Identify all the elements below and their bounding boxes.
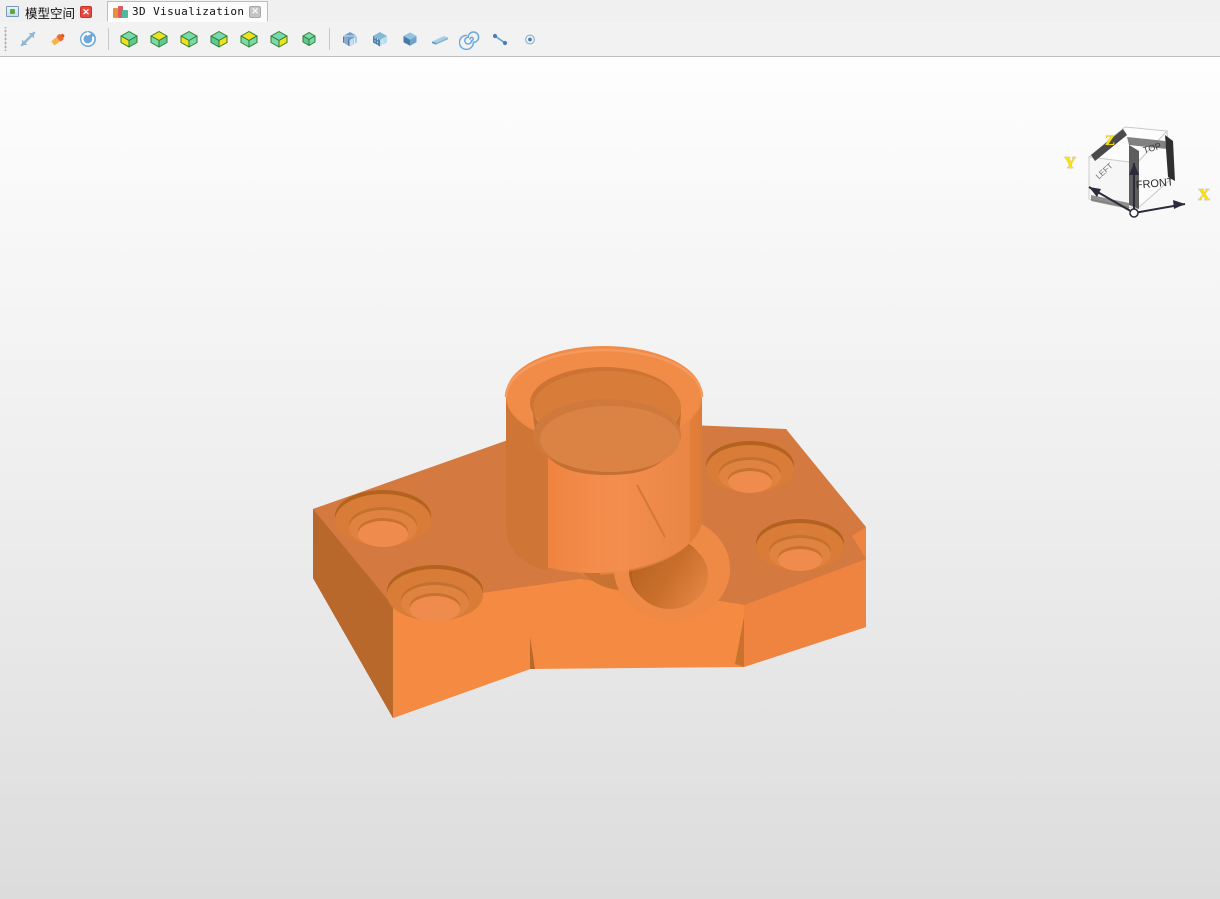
- view-left-button[interactable]: [175, 25, 203, 53]
- counterbore-hole-back-right: [756, 519, 844, 571]
- view-cube[interactable]: TOP FRONT LEFT X Y Z: [1064, 105, 1210, 225]
- view-bottom-button[interactable]: [265, 25, 293, 53]
- spiral-icon: [459, 28, 481, 50]
- section-plane-button[interactable]: [426, 25, 454, 53]
- main-toolbar: [0, 22, 1220, 57]
- cube-bottom-icon: [268, 28, 290, 50]
- 3d-viewport[interactable]: TOP FRONT LEFT X Y Z: [0, 57, 1220, 899]
- point-tool-button[interactable]: [516, 25, 544, 53]
- view-cube-face-front-label: FRONT: [1135, 176, 1174, 191]
- zoom-extents-button[interactable]: [14, 25, 42, 53]
- solid-cube-icon: [399, 28, 421, 50]
- application-window: 模型空间 ✕ 3D Visualization ✕ TOP FRONT LEFT…: [0, 0, 1220, 899]
- cube-iso-icon: [298, 28, 320, 50]
- wireframe-cube-icon: [339, 28, 361, 50]
- tab-3d-visualization-close-icon[interactable]: ✕: [249, 5, 262, 18]
- view-cube-axis-x-label: X: [1197, 185, 1210, 204]
- cube-front-icon: [148, 28, 170, 50]
- toolbar-separator-2: [329, 28, 330, 50]
- diagonal-arrows-icon: [18, 29, 38, 49]
- tab-bar: 模型空间 ✕ 3D Visualization ✕: [0, 0, 1220, 23]
- toolbar-grip-handle[interactable]: [2, 27, 11, 51]
- cube-left-icon: [178, 28, 200, 50]
- tab-model-space[interactable]: 模型空间 ✕: [0, 1, 100, 22]
- tab-3d-visualization-label: 3D Visualization: [132, 5, 245, 18]
- toolbar-separator-1: [108, 28, 109, 50]
- bracket-part[interactable]: [0, 57, 1220, 899]
- monitor-icon: [6, 6, 20, 18]
- tab-3d-visualization[interactable]: 3D Visualization ✕: [107, 1, 269, 22]
- view-cube-axis-y-label: Y: [1064, 153, 1077, 172]
- cube-back-icon: [238, 28, 260, 50]
- counterbore-hole-back-left: [706, 441, 794, 493]
- render-style-button[interactable]: [44, 25, 72, 53]
- hidden-line-cube-icon: [369, 28, 391, 50]
- blocks-icon: [113, 5, 129, 18]
- wireframe-mode-button[interactable]: [336, 25, 364, 53]
- counterbore-hole-front-left: [335, 490, 431, 547]
- view-right-button[interactable]: [205, 25, 233, 53]
- wedge-icon: [429, 28, 451, 50]
- cube-top-icon: [118, 28, 140, 50]
- counterbore-hole-front-right: [387, 565, 483, 622]
- view-top-button[interactable]: [115, 25, 143, 53]
- refresh-circle-icon: [78, 29, 98, 49]
- spiral-tool-button[interactable]: [456, 25, 484, 53]
- vertical-boss: [504, 346, 704, 575]
- paintbrush-icon: [48, 29, 68, 49]
- view-cube-axis-z-label: Z: [1105, 133, 1116, 149]
- line-tool-button[interactable]: [486, 25, 514, 53]
- shaded-mode-button[interactable]: [396, 25, 424, 53]
- tab-model-space-label: 模型空间: [25, 5, 76, 21]
- view-back-button[interactable]: [235, 25, 263, 53]
- line-segment-icon: [489, 28, 511, 50]
- view-front-button[interactable]: [145, 25, 173, 53]
- refresh-view-button[interactable]: [74, 25, 102, 53]
- view-isometric-button[interactable]: [295, 25, 323, 53]
- hidden-line-mode-button[interactable]: [366, 25, 394, 53]
- point-icon: [519, 28, 541, 50]
- cube-right-icon: [208, 28, 230, 50]
- tab-model-space-close-icon[interactable]: ✕: [80, 6, 93, 18]
